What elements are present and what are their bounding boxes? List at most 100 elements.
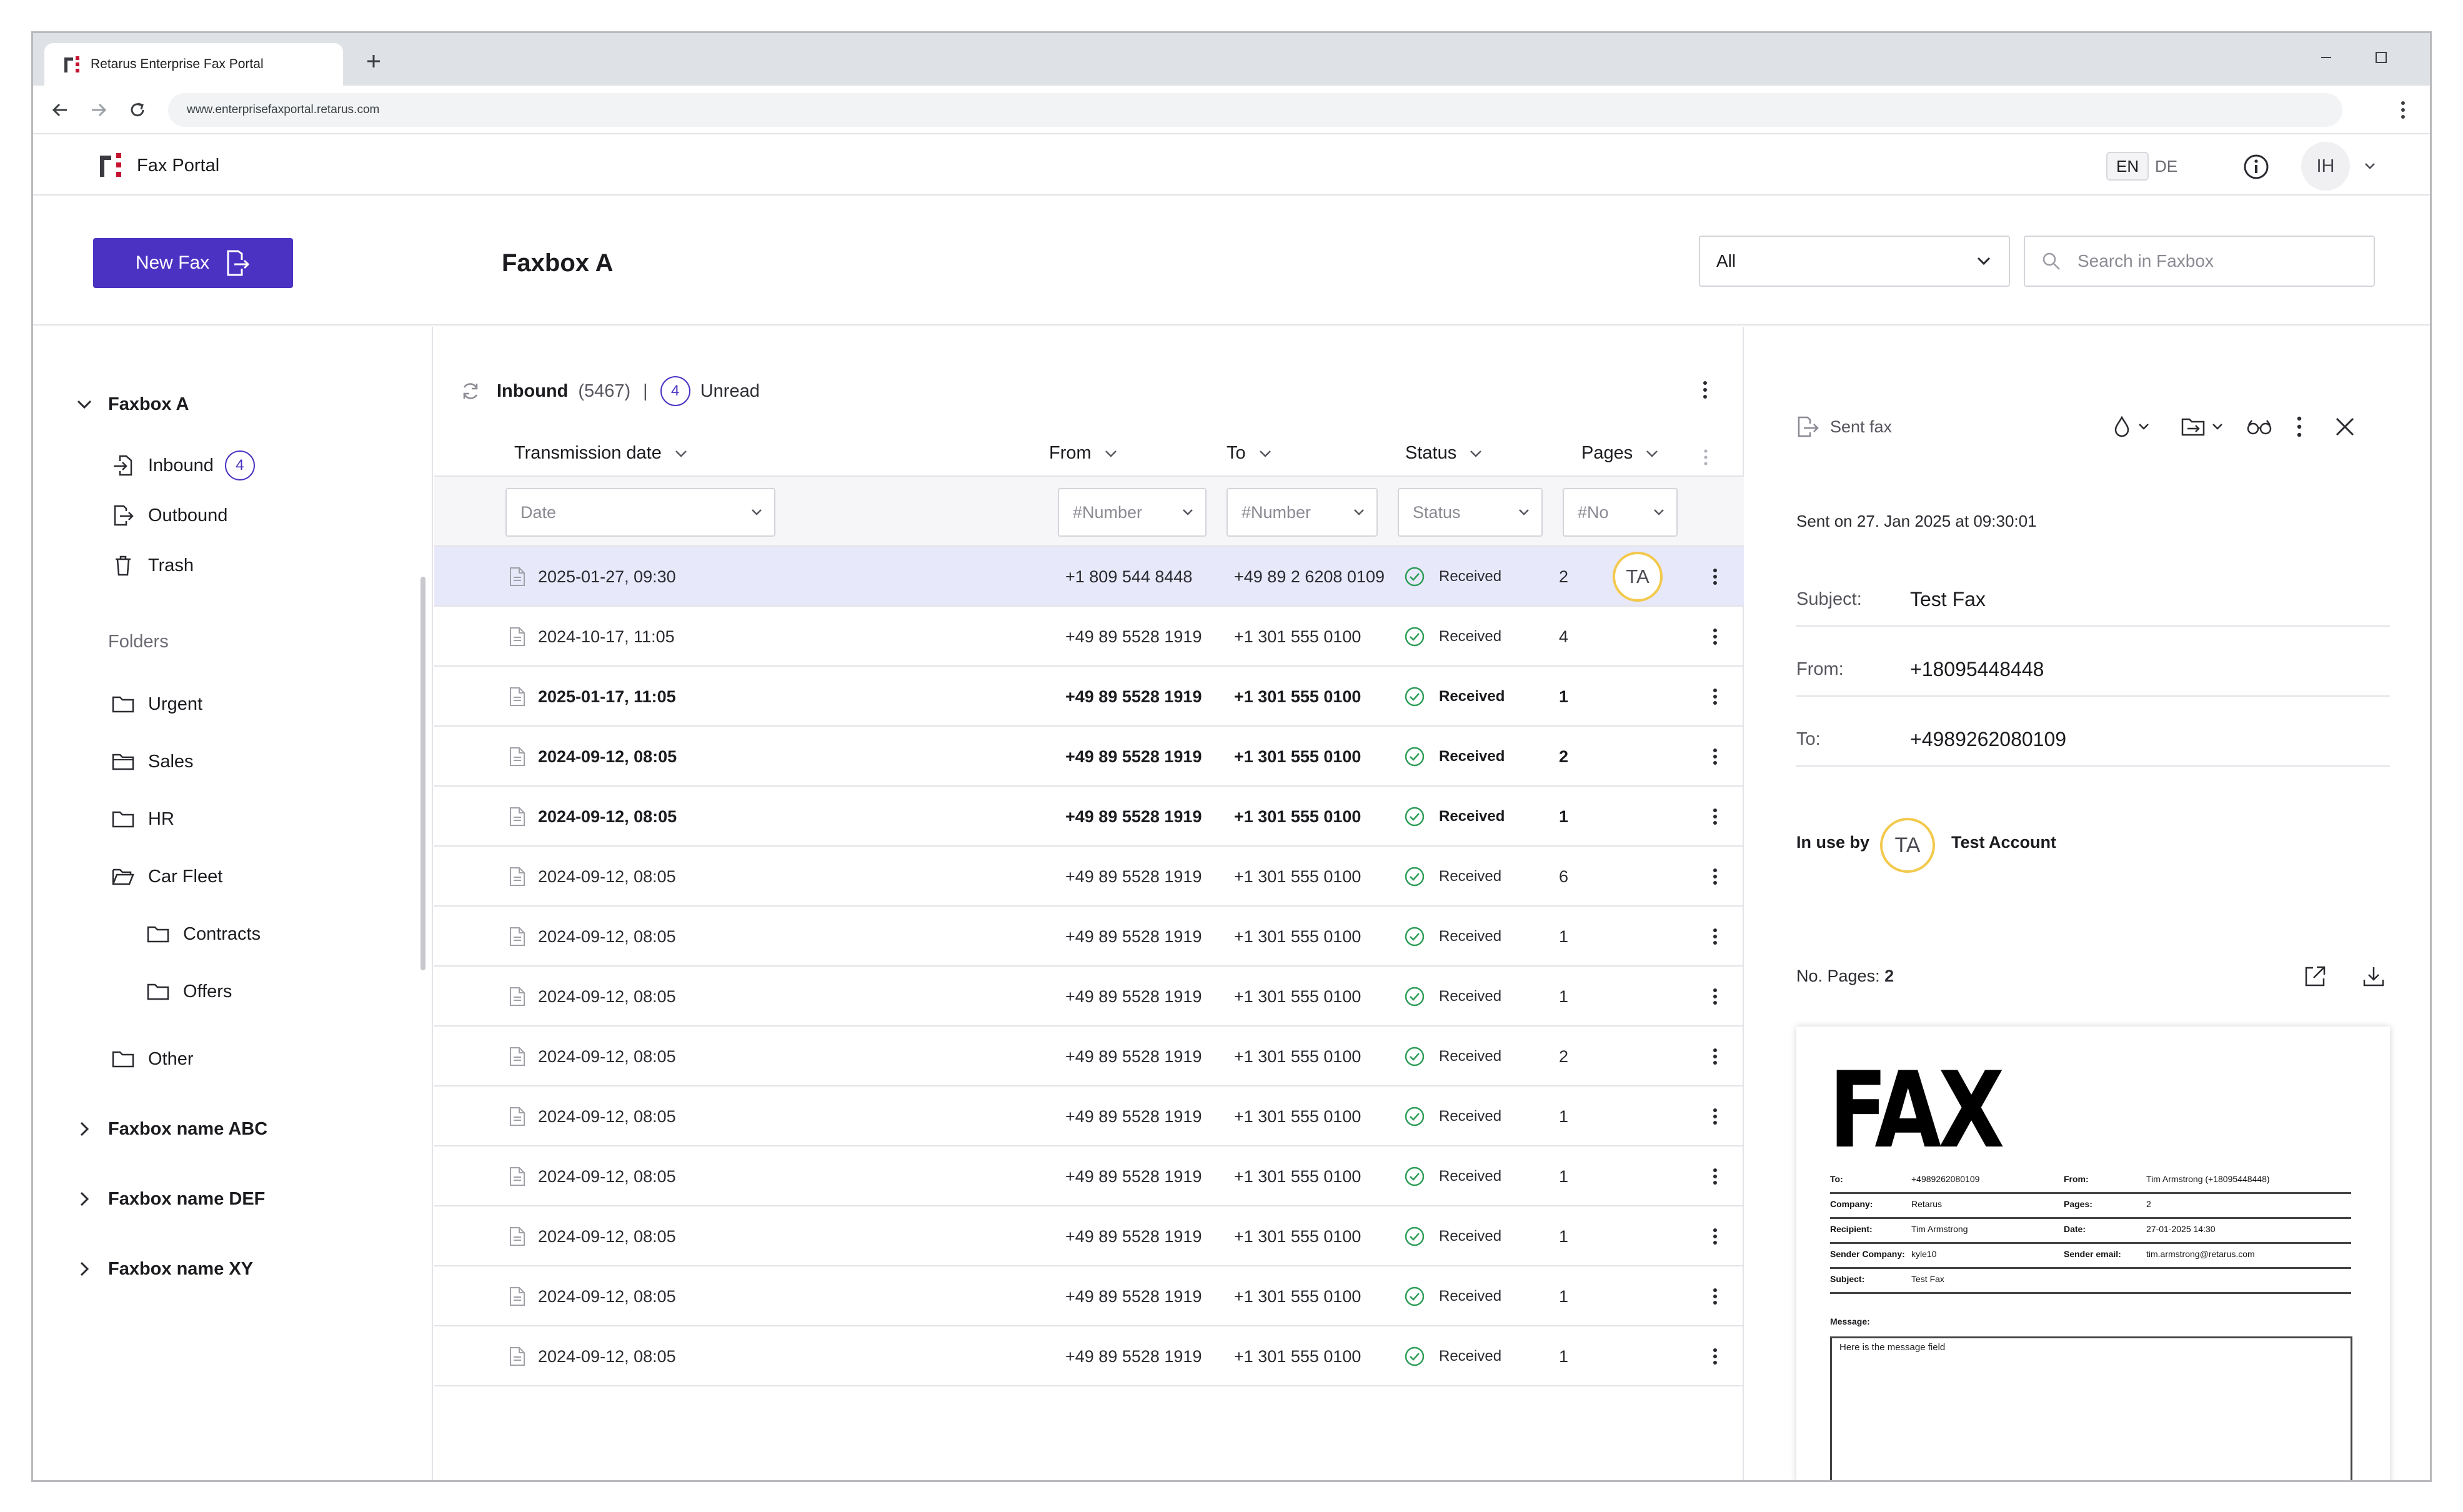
row-menu-icon[interactable] <box>1703 907 1728 967</box>
column-header-to[interactable]: To <box>1227 443 1272 464</box>
table-row[interactable]: 2024-09-12, 08:05 +49 89 5528 1919 +1 301 … <box>434 1266 1744 1326</box>
table-row[interactable]: 2024-09-12, 08:05 +49 89 5528 1919 +1 301 … <box>434 1087 1744 1146</box>
sidebar-faxbox-abc[interactable]: Faxbox name ABC <box>72 1117 267 1141</box>
move-to-folder-button[interactable] <box>2176 413 2229 440</box>
column-header-pages[interactable]: Pages <box>1581 443 1659 464</box>
row-menu-icon[interactable] <box>1703 1087 1728 1146</box>
row-menu-icon[interactable] <box>1703 607 1728 667</box>
table-row[interactable]: 2024-09-12, 08:05 +49 89 5528 1919 +1 301 … <box>434 847 1744 907</box>
column-header-status[interactable]: Status <box>1405 443 1483 464</box>
forward-icon[interactable] <box>83 94 114 126</box>
user-menu-button[interactable]: IH <box>2301 142 2382 191</box>
fax-table-body: 2025-01-27, 09:30 +1 809 544 8448 +49 89 2… <box>434 547 1744 1386</box>
sidebar-folder-contracts[interactable]: Contracts <box>146 922 261 947</box>
detail-menu-icon[interactable] <box>2290 413 2309 440</box>
browser-menu-icon[interactable] <box>2387 94 2419 126</box>
folder-label: HR <box>148 808 174 829</box>
row-menu-icon[interactable] <box>1703 1326 1728 1386</box>
sidebar-folder-sales[interactable]: Sales <box>111 749 194 774</box>
row-menu-icon[interactable] <box>1703 727 1728 787</box>
row-menu-icon[interactable] <box>1703 1027 1728 1087</box>
new-tab-icon[interactable] <box>359 47 388 76</box>
row-menu-icon[interactable] <box>1703 547 1728 607</box>
table-row[interactable]: 2024-10-17, 11:05 +49 89 5528 1919 +1 301 … <box>434 607 1744 667</box>
from-filter[interactable]: #Number <box>1058 488 1207 537</box>
row-menu-icon[interactable] <box>1703 1146 1728 1206</box>
sidebar-folder-other[interactable]: Other <box>111 1047 194 1072</box>
row-status: Received <box>1404 727 1505 787</box>
to-filter[interactable]: #Number <box>1227 488 1378 537</box>
row-menu-icon[interactable] <box>1703 847 1728 907</box>
row-menu-icon[interactable] <box>1703 667 1728 727</box>
url-field[interactable]: www.enterprisefaxportal.retarus.com <box>168 93 2342 127</box>
table-row[interactable]: 2025-01-27, 09:30 +1 809 544 8448 +49 89 2… <box>434 547 1744 607</box>
new-fax-button[interactable]: New Fax <box>93 238 293 288</box>
check-circle-icon <box>1404 986 1425 1007</box>
column-settings-icon[interactable] <box>1704 449 1708 465</box>
sidebar-item-trash[interactable]: Trash <box>111 553 194 578</box>
close-window-icon[interactable] <box>2417 41 2430 74</box>
table-row[interactable]: 2024-09-12, 08:05 +49 89 5528 1919 +1 301 … <box>434 1206 1744 1266</box>
sidebar-item-inbound[interactable]: Inbound 4 <box>111 450 255 480</box>
sidebar-faxbox-a[interactable]: Faxbox A <box>72 392 189 417</box>
maximize-icon[interactable] <box>2362 41 2400 74</box>
row-menu-icon[interactable] <box>1703 967 1728 1027</box>
row-menu-icon[interactable] <box>1703 1206 1728 1266</box>
subject-label: Subject: <box>1796 589 1862 609</box>
row-to: +1 301 555 0100 <box>1234 987 1361 1006</box>
minimize-icon[interactable] <box>2307 41 2345 74</box>
table-row[interactable]: 2024-09-12, 08:05 +49 89 5528 1919 +1 301 … <box>434 1027 1744 1087</box>
unread-count-badge[interactable]: 4 <box>660 376 690 406</box>
table-row[interactable]: 2024-09-12, 08:05 +49 89 5528 1919 +1 301 … <box>434 907 1744 967</box>
table-row[interactable]: 2025-01-17, 11:05 +49 89 5528 1919 +1 301 … <box>434 667 1744 727</box>
list-menu-icon[interactable] <box>1703 380 1708 399</box>
sidebar-item-outbound[interactable]: Outbound <box>111 503 227 528</box>
row-menu-icon[interactable] <box>1703 1266 1728 1326</box>
language-en-button[interactable]: EN <box>2106 152 2149 181</box>
fax-doc-row: Company: Retarus Pages: 2 <box>1830 1195 2351 1219</box>
sidebar-item-outbound-label: Outbound <box>148 505 228 525</box>
pages-filter[interactable]: #No <box>1563 488 1678 537</box>
row-status-label: Received <box>1439 1288 1502 1305</box>
back-icon[interactable] <box>44 94 76 126</box>
check-circle-icon <box>1404 1106 1425 1127</box>
row-date: 2025-01-27, 09:30 <box>538 567 676 586</box>
open-external-icon[interactable] <box>2301 963 2329 990</box>
reload-icon[interactable] <box>122 94 153 126</box>
faxbox-filter-select[interactable]: All <box>1699 236 2010 287</box>
close-icon[interactable] <box>2331 413 2359 440</box>
sidebar-folder-hr[interactable]: HR <box>111 807 174 832</box>
table-row[interactable]: 2024-09-12, 08:05 +49 89 5528 1919 +1 301 … <box>434 1326 1744 1386</box>
sidebar-faxbox-def[interactable]: Faxbox name DEF <box>72 1186 265 1211</box>
brand[interactable]: Fax Portal <box>98 152 219 179</box>
fax-preview[interactable]: FAX To: +4989262080109 From: Tim Armstro… <box>1796 1027 2390 1480</box>
sidebar-folder-offers[interactable]: Offers <box>146 979 232 1004</box>
table-row[interactable]: 2024-09-12, 08:05 +49 89 5528 1919 +1 301 … <box>434 787 1744 847</box>
date-filter[interactable]: Date <box>505 488 775 537</box>
chevron-down-icon <box>1645 449 1659 458</box>
sidebar-scrollbar[interactable] <box>420 577 425 970</box>
info-icon[interactable] <box>2241 152 2271 182</box>
sidebar-folder-car-fleet[interactable]: Car Fleet <box>111 864 222 889</box>
table-row[interactable]: 2024-09-12, 08:05 +49 89 5528 1919 +1 301 … <box>434 727 1744 787</box>
fax-document-icon <box>508 1087 527 1146</box>
row-from: +49 89 5528 1919 <box>1065 1346 1202 1366</box>
sidebar-faxbox-xy[interactable]: Faxbox name XY <box>72 1256 253 1281</box>
download-icon[interactable] <box>2360 963 2387 990</box>
browser-tab[interactable]: Retarus Enterprise Fax Portal <box>44 43 343 86</box>
language-de-button[interactable]: DE <box>2146 152 2186 181</box>
sidebar-folder-urgent[interactable]: Urgent <box>111 692 202 717</box>
column-header-date[interactable]: Transmission date <box>514 443 688 464</box>
column-header-from[interactable]: From <box>1049 443 1118 464</box>
subject-value: Test Fax <box>1910 588 1986 610</box>
refresh-icon[interactable] <box>460 381 480 401</box>
color-menu-button[interactable] <box>2105 413 2157 440</box>
row-menu-icon[interactable] <box>1703 787 1728 847</box>
search-input[interactable]: Search in Faxbox <box>2024 236 2375 287</box>
sent-on-text: Sent on 27. Jan 2025 at 09:30:01 <box>1796 512 2037 530</box>
table-row[interactable]: 2024-09-12, 08:05 +49 89 5528 1919 +1 301 … <box>434 1146 1744 1206</box>
unread-label[interactable]: Unread <box>700 381 760 402</box>
table-row[interactable]: 2024-09-12, 08:05 +49 89 5528 1919 +1 301 … <box>434 967 1744 1027</box>
status-filter[interactable]: Status <box>1398 488 1543 537</box>
read-glasses-icon[interactable] <box>2244 413 2275 440</box>
